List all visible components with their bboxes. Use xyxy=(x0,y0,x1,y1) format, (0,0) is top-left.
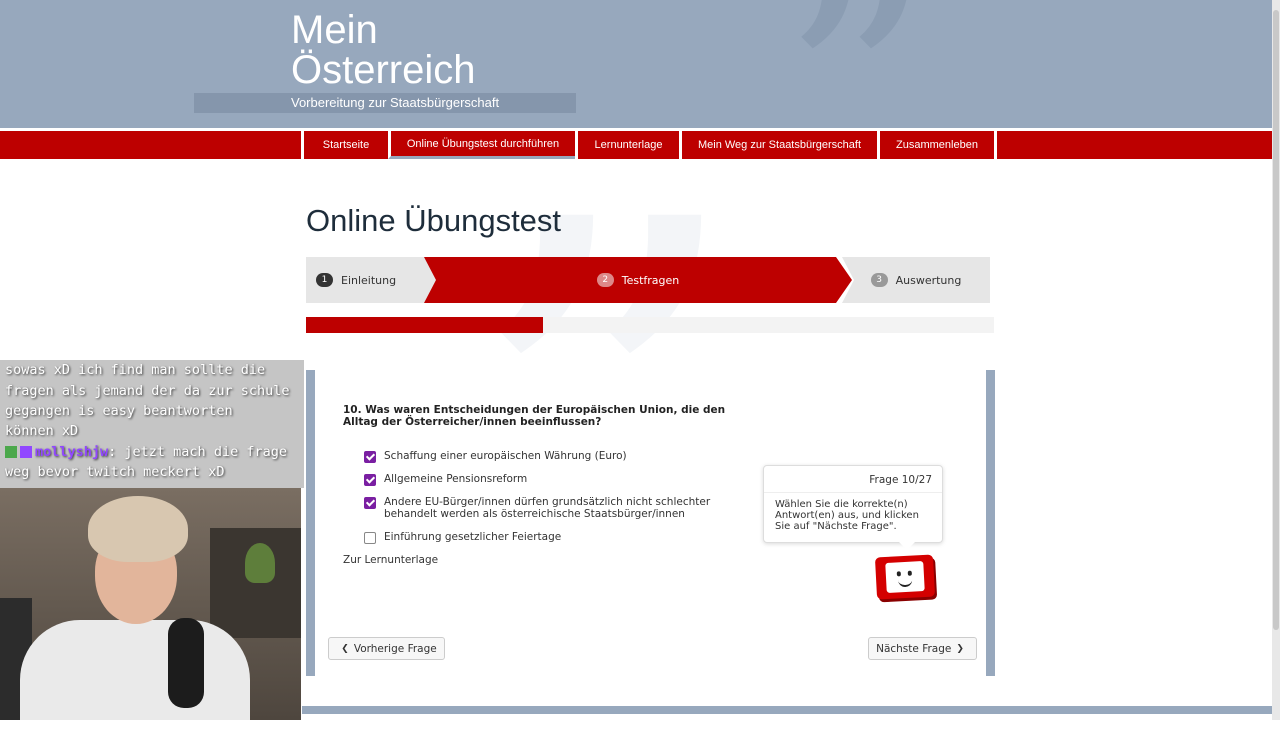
chat-line: gegangen is easy beantworten xyxy=(5,403,233,419)
webcam-person-hair xyxy=(88,496,188,562)
previous-question-label: Vorherige Frage xyxy=(353,642,437,655)
step-label: Auswertung xyxy=(895,273,962,287)
step-testfragen: 2 Testfragen xyxy=(424,257,852,303)
step-label: Einleitung xyxy=(341,273,397,287)
webcam-plant xyxy=(245,543,275,583)
chat-line: können xD xyxy=(5,423,79,439)
previous-question-button[interactable]: ❮ Vorherige Frage xyxy=(328,637,445,660)
next-question-label: Nächste Frage xyxy=(876,642,952,655)
chat-line: weg bevor twitch meckert xD xyxy=(5,464,225,480)
site-header: ” Mein Österreich Vorbereitung zur Staat… xyxy=(0,0,1272,128)
chevron-right-icon: ❯ xyxy=(956,643,964,654)
site-title-line2: Österreich xyxy=(291,48,476,92)
answer-option[interactable]: Andere EU-Bürger/innen dürfen grundsätzl… xyxy=(364,496,734,520)
help-tooltip: Frage 10/27 Wählen Sie die korrekte(n) A… xyxy=(763,465,943,550)
mascot-mouth xyxy=(898,578,913,588)
answer-option[interactable]: Schaffung einer europäischen Währung (Eu… xyxy=(364,450,627,463)
footer-bar xyxy=(302,706,1272,714)
step-auswertung: 3 Auswertung xyxy=(842,257,990,303)
webcam-person-shirt xyxy=(20,620,250,720)
mascot-face xyxy=(885,561,925,593)
lernunterlage-link[interactable]: Zur Lernunterlage xyxy=(343,554,438,566)
chat-username: mollyshjw xyxy=(35,444,109,460)
webcam-overlay xyxy=(0,488,301,720)
question-text: 10. Was waren Entscheidungen der Europäi… xyxy=(343,404,726,428)
nav-item-mein-weg[interactable]: Mein Weg zur Staatsbürgerschaft xyxy=(679,131,877,159)
chat-message: mollyshjw: jetzt mach die frage xyxy=(5,444,287,460)
nav-divider xyxy=(994,131,997,159)
answer-option[interactable]: Allgemeine Pensionsreform xyxy=(364,473,527,486)
checkbox[interactable] xyxy=(364,474,376,486)
progress-bar xyxy=(306,317,994,333)
main-nav: Startseite Online Übungstest durchführen… xyxy=(0,131,1272,159)
nav-item-lernunterlage[interactable]: Lernunterlage xyxy=(575,131,679,159)
site-subtitle: Vorbereitung zur Staatsbürgerschaft xyxy=(291,95,500,110)
progress-fill xyxy=(306,317,543,333)
tooltip-divider xyxy=(764,492,942,493)
nav-item-startseite[interactable]: Startseite xyxy=(301,131,388,159)
answer-label: Schaffung einer europäischen Währung (Eu… xyxy=(384,450,627,462)
microphone-icon xyxy=(168,618,204,708)
site-title-line1: Mein xyxy=(291,8,378,52)
step-number: 3 xyxy=(870,273,888,287)
step-label: Testfragen xyxy=(621,273,680,287)
step-number: 1 xyxy=(316,273,333,287)
pen-badge-icon xyxy=(5,446,17,458)
step-indicator: 1 Einleitung 3 Auswertung 2 Testfragen xyxy=(306,257,990,303)
answer-label: Allgemeine Pensionsreform xyxy=(384,473,528,485)
answer-label: Einführung gesetzlicher Feiertage xyxy=(384,531,562,543)
page-scrollbar[interactable] xyxy=(1272,0,1280,720)
mascot-eye xyxy=(907,570,912,576)
mascot-icon[interactable] xyxy=(874,554,936,600)
nav-item-online-test[interactable]: Online Übungstest durchführen xyxy=(388,131,575,159)
step-number: 2 xyxy=(596,273,614,287)
scrollbar-thumb[interactable] xyxy=(1273,10,1279,630)
chat-line: fragen als jemand der da zur schule xyxy=(5,383,290,399)
checkbox[interactable] xyxy=(364,532,376,544)
checkbox[interactable] xyxy=(364,497,376,509)
step-einleitung: 1 Einleitung xyxy=(306,257,446,303)
checkbox[interactable] xyxy=(364,451,376,463)
chat-line: sowas xD ich find man sollte die xyxy=(5,362,266,378)
site-title[interactable]: Mein Österreich xyxy=(291,10,476,90)
mascot-eye xyxy=(896,571,901,577)
answer-label: Andere EU-Bürger/innen dürfen grundsätzl… xyxy=(384,496,711,520)
chat-message-text: : jetzt mach die frage xyxy=(108,444,287,460)
chevron-left-icon: ❮ xyxy=(341,643,349,654)
question-counter: Frage 10/27 xyxy=(869,474,932,486)
tooltip-text: Wählen Sie die korrekte(n) Antwort(en) a… xyxy=(775,499,919,532)
twitch-badge-icon xyxy=(20,446,32,458)
quote-decoration-icon: ” xyxy=(780,0,933,128)
page-title: Online Übungstest xyxy=(306,203,562,238)
next-question-button[interactable]: Nächste Frage ❯ xyxy=(868,637,977,660)
nav-item-zusammenleben[interactable]: Zusammenleben xyxy=(877,131,994,159)
answer-option[interactable]: Einführung gesetzlicher Feiertage xyxy=(364,531,561,544)
stream-chat-overlay: sowas xD ich find man sollte die fragen … xyxy=(0,360,304,488)
